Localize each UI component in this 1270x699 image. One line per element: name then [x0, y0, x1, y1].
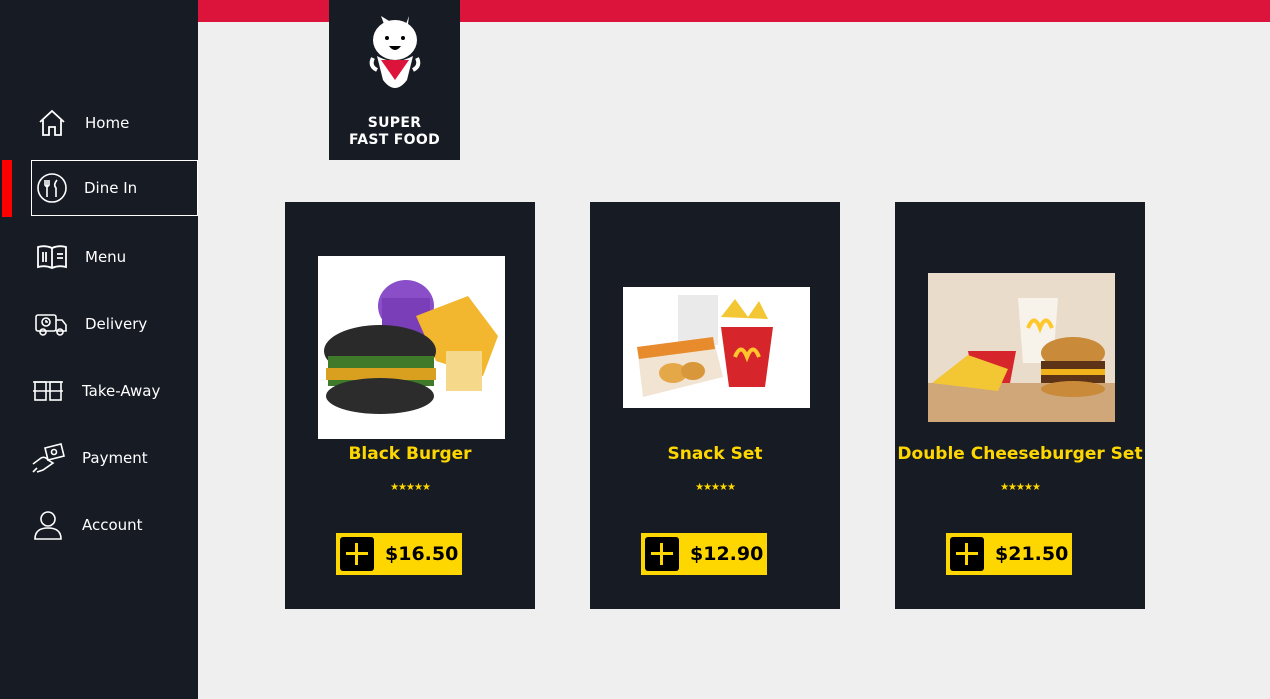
- add-to-cart-button[interactable]: $16.50: [336, 533, 462, 575]
- sidebar-item-label: Account: [82, 516, 143, 534]
- sidebar-item-delivery[interactable]: Delivery: [0, 296, 198, 352]
- dine-in-icon: [35, 171, 69, 205]
- product-card[interactable]: Double Cheeseburger Set ★★★★★ $21.50: [895, 202, 1145, 609]
- take-away-cups-icon: [31, 374, 65, 408]
- mascot-icon: [369, 16, 421, 88]
- product-card[interactable]: Snack Set ★★★★★ $12.90: [590, 202, 840, 609]
- logo-text-line2: FAST FOOD: [349, 132, 440, 148]
- sidebar-item-menu[interactable]: Menu: [0, 229, 198, 285]
- sidebar-item-label: Menu: [85, 248, 127, 266]
- payment-icon: [31, 441, 65, 475]
- active-indicator: [2, 160, 12, 217]
- sidebar-item-home[interactable]: Home: [0, 95, 198, 151]
- plus-icon: [645, 537, 679, 571]
- sidebar-item-payment[interactable]: Payment: [0, 430, 198, 486]
- product-price: $21.50: [995, 543, 1069, 565]
- sidebar-item-label: Take-Away: [82, 382, 161, 400]
- product-image: [623, 287, 810, 408]
- sidebar-item-label: Dine In: [84, 179, 138, 197]
- delivery-truck-icon: [34, 307, 68, 341]
- product-image: [928, 273, 1115, 422]
- add-to-cart-button[interactable]: $21.50: [946, 533, 1072, 575]
- sidebar-item-label: Payment: [82, 449, 148, 467]
- sidebar-item-take-away[interactable]: Take-Away: [0, 363, 198, 419]
- plus-icon: [340, 537, 374, 571]
- product-name: Black Burger: [348, 444, 472, 464]
- product-image: [318, 256, 505, 439]
- logo-text-line1: SUPER: [367, 115, 422, 131]
- plus-icon: [950, 537, 984, 571]
- sidebar-item-dine-in[interactable]: Dine In: [31, 160, 198, 216]
- sidebar: Home Dine In Menu Delivery Take-Away Pay…: [0, 0, 198, 699]
- home-icon: [35, 106, 69, 140]
- product-price: $16.50: [385, 543, 459, 565]
- add-to-cart-button[interactable]: $12.90: [641, 533, 767, 575]
- sidebar-item-account[interactable]: Account: [0, 497, 198, 553]
- rating-stars: ★★★★★: [390, 482, 431, 493]
- product-price: $12.90: [690, 543, 764, 565]
- rating-stars: ★★★★★: [1000, 482, 1041, 493]
- product-name: Double Cheeseburger Set: [897, 444, 1143, 464]
- app-logo[interactable]: SUPER FAST FOOD: [329, 0, 460, 160]
- sidebar-item-label: Home: [85, 114, 130, 132]
- rating-stars: ★★★★★: [695, 482, 736, 493]
- product-name: Snack Set: [667, 444, 763, 464]
- product-card[interactable]: Black Burger ★★★★★ $16.50: [285, 202, 535, 609]
- sidebar-item-label: Delivery: [85, 315, 148, 333]
- menu-book-icon: [35, 240, 69, 274]
- account-icon: [31, 508, 65, 542]
